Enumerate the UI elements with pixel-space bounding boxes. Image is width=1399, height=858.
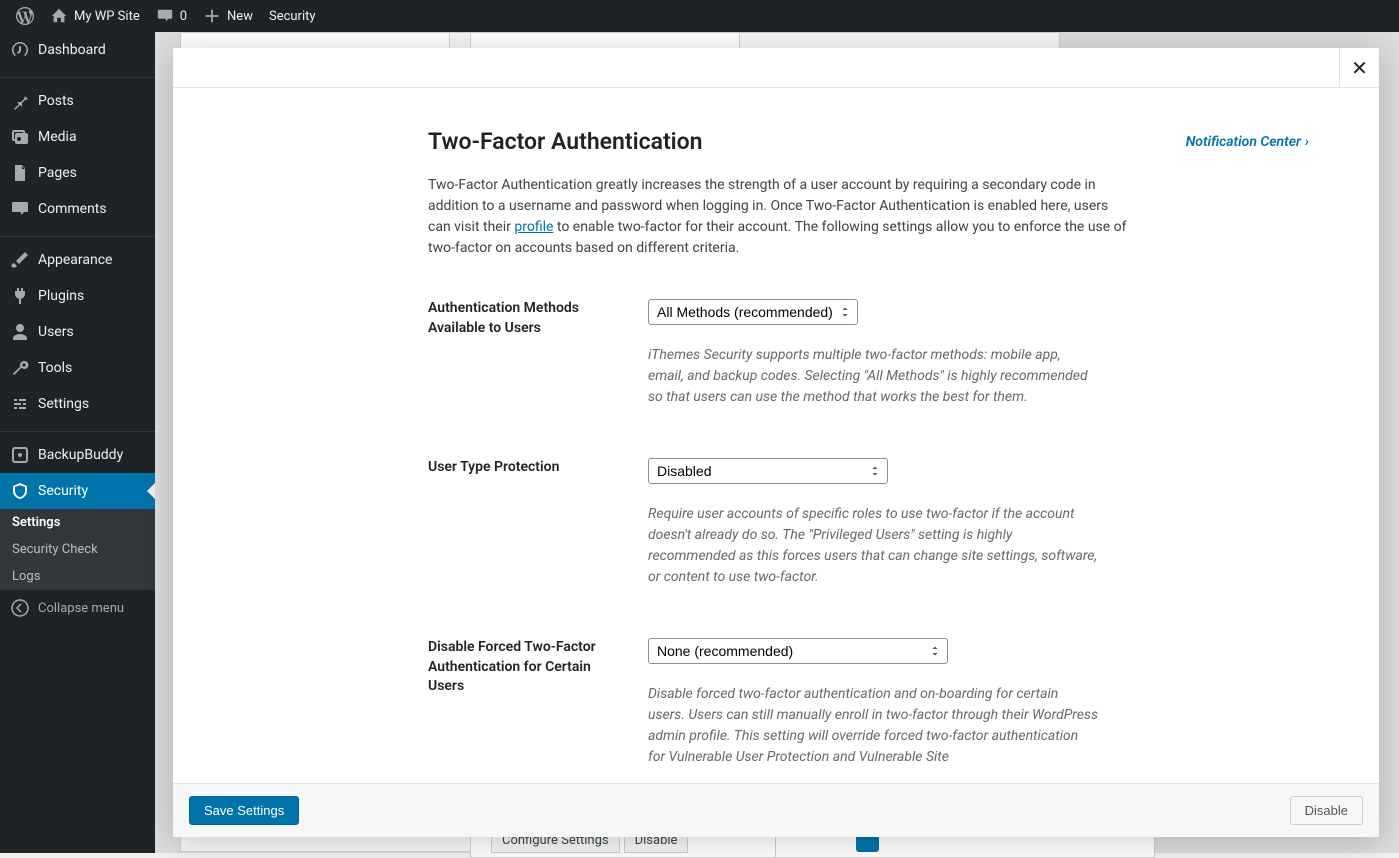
plus-icon bbox=[203, 7, 221, 25]
user-type-help: Require user accounts of specific roles … bbox=[648, 504, 1098, 588]
modal-footer: Save Settings Disable bbox=[173, 783, 1379, 837]
menu-settings[interactable]: Settings bbox=[0, 386, 155, 422]
menu-security[interactable]: Security bbox=[0, 473, 155, 509]
submenu-security: Settings Security Check Logs bbox=[0, 509, 155, 590]
media-icon bbox=[10, 127, 30, 147]
modal-title: Two-Factor Authentication bbox=[428, 128, 703, 155]
submenu-settings[interactable]: Settings bbox=[0, 509, 155, 536]
menu-label: BackupBuddy bbox=[38, 447, 123, 463]
row-auth-methods: Authentication Methods Available to User… bbox=[428, 299, 1309, 408]
settings-modal: ✕ Two-Factor Authentication Notification… bbox=[173, 48, 1379, 837]
menu-dashboard[interactable]: Dashboard bbox=[0, 32, 155, 68]
menu-separator bbox=[0, 73, 155, 78]
collapse-menu[interactable]: Collapse menu bbox=[0, 590, 155, 626]
auth-methods-label: Authentication Methods Available to User… bbox=[428, 299, 648, 408]
new-content-link[interactable]: New bbox=[195, 0, 261, 32]
collapse-icon bbox=[10, 598, 30, 618]
tools-icon bbox=[10, 358, 30, 378]
disable-forced-help: Disable forced two-factor authentication… bbox=[648, 684, 1098, 768]
menu-label: Comments bbox=[38, 201, 107, 217]
menu-label: Media bbox=[38, 129, 77, 145]
disable-button[interactable]: Disable bbox=[1290, 796, 1363, 825]
menu-comments[interactable]: Comments bbox=[0, 191, 155, 227]
disable-forced-field: None (recommended) Disable forced two-fa… bbox=[648, 638, 1098, 768]
menu-separator bbox=[0, 427, 155, 432]
menu-pages[interactable]: Pages bbox=[0, 155, 155, 191]
shield-icon bbox=[10, 481, 30, 501]
menu-posts[interactable]: Posts bbox=[0, 83, 155, 119]
site-name: My WP Site bbox=[74, 9, 140, 24]
plugin-icon bbox=[10, 286, 30, 306]
new-label: New bbox=[227, 9, 253, 24]
menu-label: Settings bbox=[38, 396, 89, 412]
user-type-field: Disabled Require user accounts of specif… bbox=[648, 458, 1098, 588]
disable-forced-select[interactable]: None (recommended) bbox=[648, 638, 948, 664]
admin-bar: My WP Site 0 New Security bbox=[0, 0, 1399, 32]
page-icon bbox=[10, 163, 30, 183]
modal-body: Two-Factor Authentication Notification C… bbox=[173, 88, 1379, 783]
notification-link-label: Notification Center bbox=[1186, 134, 1301, 150]
modal-header: ✕ bbox=[173, 48, 1379, 88]
row-user-type: User Type Protection Disabled Require us… bbox=[428, 458, 1309, 588]
brush-icon bbox=[10, 250, 30, 270]
settings-icon bbox=[10, 394, 30, 414]
auth-methods-field: All Methods (recommended) iThemes Securi… bbox=[648, 299, 1098, 408]
dashboard-icon bbox=[10, 40, 30, 60]
menu-appearance[interactable]: Appearance bbox=[0, 242, 155, 278]
comment-icon bbox=[10, 199, 30, 219]
users-icon bbox=[10, 322, 30, 342]
wordpress-icon bbox=[16, 7, 34, 25]
menu-label: Tools bbox=[38, 360, 72, 376]
close-button[interactable]: ✕ bbox=[1339, 48, 1379, 88]
comments-count: 0 bbox=[180, 9, 187, 24]
menu-label: Pages bbox=[38, 165, 77, 181]
disable-forced-label: Disable Forced Two-Factor Authentication… bbox=[428, 638, 648, 768]
site-home-link[interactable]: My WP Site bbox=[42, 0, 148, 32]
user-type-label: User Type Protection bbox=[428, 458, 648, 588]
menu-label: Dashboard bbox=[38, 42, 106, 58]
menu-media[interactable]: Media bbox=[0, 119, 155, 155]
comments-link[interactable]: 0 bbox=[148, 0, 195, 32]
menu-separator bbox=[0, 232, 155, 237]
menu-label: Security bbox=[38, 483, 88, 499]
modal-title-row: Two-Factor Authentication Notification C… bbox=[428, 128, 1309, 155]
form-table: Authentication Methods Available to User… bbox=[428, 299, 1309, 768]
menu-label: Posts bbox=[38, 93, 74, 109]
chevron-right-icon: › bbox=[1305, 134, 1309, 150]
wp-logo[interactable] bbox=[8, 0, 42, 32]
row-disable-forced: Disable Forced Two-Factor Authentication… bbox=[428, 638, 1309, 768]
menu-backupbuddy[interactable]: BackupBuddy bbox=[0, 437, 155, 473]
auth-methods-help: iThemes Security supports multiple two-f… bbox=[648, 345, 1098, 408]
modal-description: Two-Factor Authentication greatly increa… bbox=[428, 175, 1128, 259]
security-link[interactable]: Security bbox=[261, 0, 324, 32]
submenu-security-check[interactable]: Security Check bbox=[0, 536, 155, 563]
menu-plugins[interactable]: Plugins bbox=[0, 278, 155, 314]
submenu-logs[interactable]: Logs bbox=[0, 563, 155, 590]
home-icon bbox=[50, 7, 68, 25]
admin-sidemenu: Dashboard Posts Media Pages Comments App… bbox=[0, 32, 155, 853]
auth-methods-select[interactable]: All Methods (recommended) bbox=[648, 299, 858, 325]
menu-users[interactable]: Users bbox=[0, 314, 155, 350]
collapse-label: Collapse menu bbox=[38, 601, 124, 616]
backup-icon bbox=[10, 445, 30, 465]
menu-label: Appearance bbox=[38, 252, 112, 268]
menu-label: Users bbox=[38, 324, 74, 340]
comment-icon bbox=[156, 7, 174, 25]
menu-tools[interactable]: Tools bbox=[0, 350, 155, 386]
close-icon: ✕ bbox=[1351, 56, 1368, 80]
profile-link[interactable]: profile bbox=[514, 219, 553, 235]
pin-icon bbox=[10, 91, 30, 111]
notification-center-link[interactable]: Notification Center › bbox=[1186, 134, 1309, 150]
menu-label: Plugins bbox=[38, 288, 84, 304]
save-settings-button[interactable]: Save Settings bbox=[189, 796, 299, 825]
security-label: Security bbox=[269, 9, 316, 24]
user-type-select[interactable]: Disabled bbox=[648, 458, 888, 484]
